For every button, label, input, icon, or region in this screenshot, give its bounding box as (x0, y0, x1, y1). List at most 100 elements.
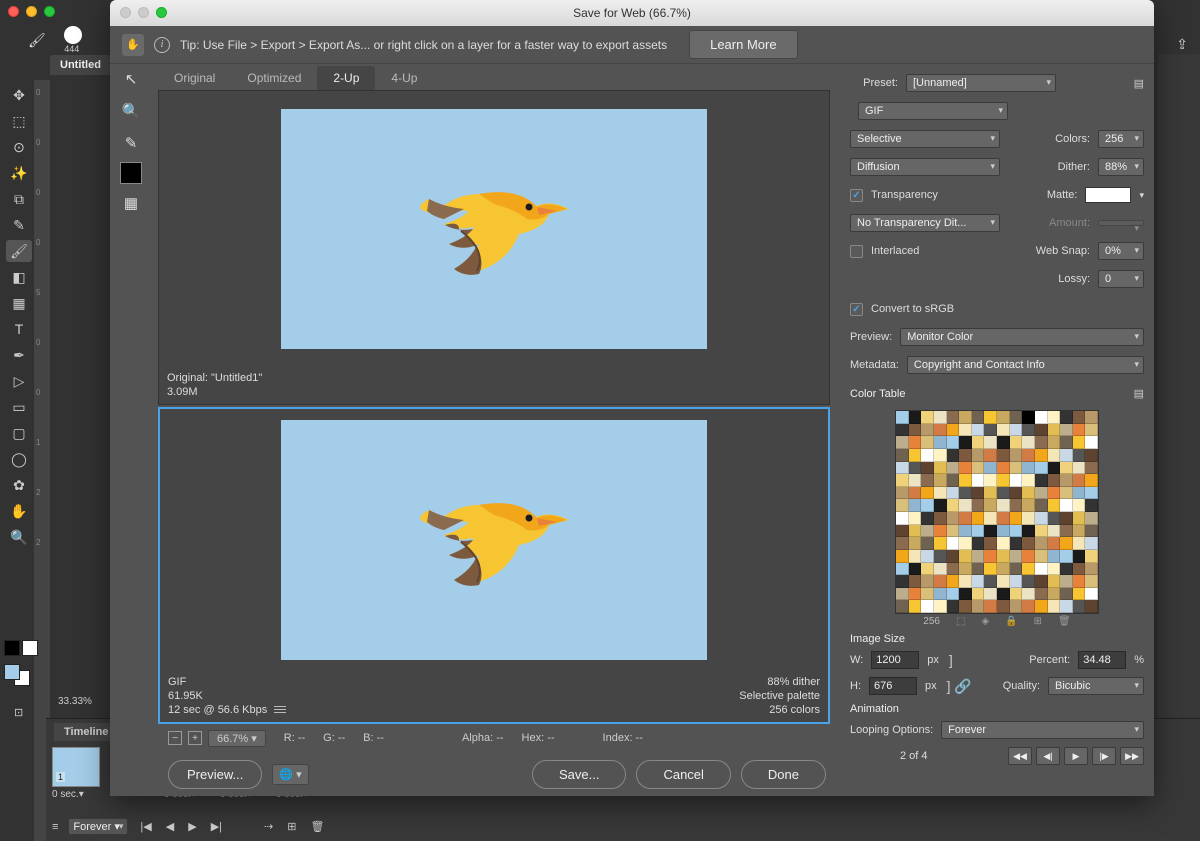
color-swatch[interactable] (959, 487, 972, 500)
color-swatch[interactable] (1073, 512, 1086, 525)
color-swatch[interactable] (1060, 575, 1073, 588)
color-swatch[interactable] (984, 499, 997, 512)
color-swatch[interactable] (1073, 499, 1086, 512)
color-swatch[interactable] (1048, 563, 1061, 576)
color-swatch[interactable] (921, 449, 934, 462)
tween-icon[interactable]: ⇢ (262, 818, 275, 835)
color-swatch[interactable] (896, 600, 909, 613)
color-swatch[interactable] (1010, 411, 1023, 424)
color-swatch[interactable] (1035, 525, 1048, 538)
color-swatch[interactable] (1060, 537, 1073, 550)
color-swatch[interactable] (896, 436, 909, 449)
color-swatch[interactable] (997, 499, 1010, 512)
color-swatch[interactable] (972, 487, 985, 500)
color-swatch[interactable] (1010, 537, 1023, 550)
color-swatch[interactable] (1035, 449, 1048, 462)
color-swatch[interactable] (934, 487, 947, 500)
color-swatch[interactable] (1022, 512, 1035, 525)
color-swatch[interactable] (1085, 600, 1098, 613)
play-button[interactable]: ▶ (1064, 747, 1088, 765)
color-swatch[interactable] (984, 537, 997, 550)
color-swatch[interactable] (896, 575, 909, 588)
srgb-checkbox[interactable] (850, 303, 863, 316)
color-swatch[interactable] (896, 563, 909, 576)
share-icon[interactable]: ⇪ (1176, 36, 1188, 53)
color-swatch[interactable] (921, 525, 934, 538)
color-swatch[interactable] (984, 575, 997, 588)
color-swatch[interactable] (1022, 411, 1035, 424)
color-swatch[interactable] (1010, 499, 1023, 512)
color-swatch[interactable] (1048, 449, 1061, 462)
color-swatch[interactable] (896, 512, 909, 525)
wand-tool-icon[interactable]: ✨ (6, 162, 32, 184)
color-swatch[interactable] (1085, 588, 1098, 601)
color-swatch[interactable] (896, 474, 909, 487)
color-swatch[interactable] (947, 588, 960, 601)
color-swatch[interactable] (984, 424, 997, 437)
color-table-menu-icon[interactable]: ▤ (1134, 387, 1144, 400)
color-swatch[interactable] (1048, 537, 1061, 550)
zoom-select[interactable]: 66.7% ▾ (208, 730, 266, 747)
color-swatch[interactable] (1073, 600, 1086, 613)
color-swatch[interactable] (997, 449, 1010, 462)
color-swatch[interactable] (947, 600, 960, 613)
quality-select[interactable]: Bicubic (1048, 677, 1144, 695)
color-swatch[interactable] (984, 588, 997, 601)
websnap-select[interactable]: 0% (1098, 242, 1144, 260)
cancel-button[interactable]: Cancel (636, 760, 730, 789)
color-swatch[interactable] (984, 411, 997, 424)
color-swatch[interactable] (1035, 436, 1048, 449)
color-swatch[interactable] (1060, 600, 1073, 613)
zoom-tool-icon[interactable]: 🔍 (117, 98, 145, 124)
color-swatch[interactable] (1035, 474, 1048, 487)
eyedropper-tool-icon[interactable]: ✎ (117, 130, 145, 156)
color-swatch[interactable] (1085, 487, 1098, 500)
gradient-tool-icon[interactable]: ▦ (6, 292, 32, 314)
color-swatch[interactable] (921, 499, 934, 512)
color-swatch[interactable] (1073, 525, 1086, 538)
color-swatch[interactable] (1035, 487, 1048, 500)
transparency-checkbox[interactable] (850, 189, 863, 202)
color-swatch[interactable] (934, 474, 947, 487)
color-swatch[interactable] (959, 424, 972, 437)
color-swatch[interactable] (1022, 436, 1035, 449)
done-button[interactable]: Done (741, 760, 826, 789)
percent-input[interactable] (1078, 651, 1126, 669)
color-swatch[interactable] (997, 411, 1010, 424)
tab-2up[interactable]: 2-Up (317, 66, 375, 90)
color-swatch[interactable] (1085, 537, 1098, 550)
color-swatch[interactable] (997, 424, 1010, 437)
preset-menu-icon[interactable]: ▤ (1134, 77, 1144, 90)
color-swatch[interactable] (1060, 550, 1073, 563)
brush-preview-icon[interactable] (64, 26, 82, 44)
color-swatch[interactable] (896, 550, 909, 563)
color-swatch[interactable] (1010, 575, 1023, 588)
color-swatch[interactable] (896, 499, 909, 512)
color-swatch[interactable] (1085, 499, 1098, 512)
color-swatch[interactable] (1085, 424, 1098, 437)
color-swatch[interactable] (984, 600, 997, 613)
color-swatch[interactable] (984, 512, 997, 525)
timeline-menu-icon[interactable]: ≡ (52, 821, 58, 833)
color-swatch[interactable] (921, 537, 934, 550)
color-swatch[interactable] (1073, 563, 1086, 576)
color-swatch[interactable] (896, 537, 909, 550)
tab-original[interactable]: Original (158, 66, 231, 90)
color-swatch[interactable] (909, 588, 922, 601)
original-preview-pane[interactable]: Original: "Untitled1" 3.09M (158, 90, 830, 405)
color-swatch[interactable] (972, 474, 985, 487)
color-swatch[interactable] (1060, 499, 1073, 512)
color-swatch[interactable] (984, 550, 997, 563)
color-swatch[interactable] (997, 512, 1010, 525)
close-window-icon[interactable] (8, 6, 19, 17)
color-swatch[interactable] (1060, 563, 1073, 576)
matte-swatch[interactable] (1085, 187, 1131, 203)
color-swatch[interactable] (1022, 474, 1035, 487)
color-swatch[interactable] (1060, 449, 1073, 462)
color-swatch[interactable] (896, 449, 909, 462)
ct-select-icon[interactable]: ⬚ (956, 616, 965, 627)
color-swatch[interactable] (1073, 474, 1086, 487)
ct-lock-icon[interactable]: 🔒 (1005, 616, 1017, 627)
color-swatch[interactable] (1048, 512, 1061, 525)
type-tool-icon[interactable]: T (6, 318, 32, 340)
